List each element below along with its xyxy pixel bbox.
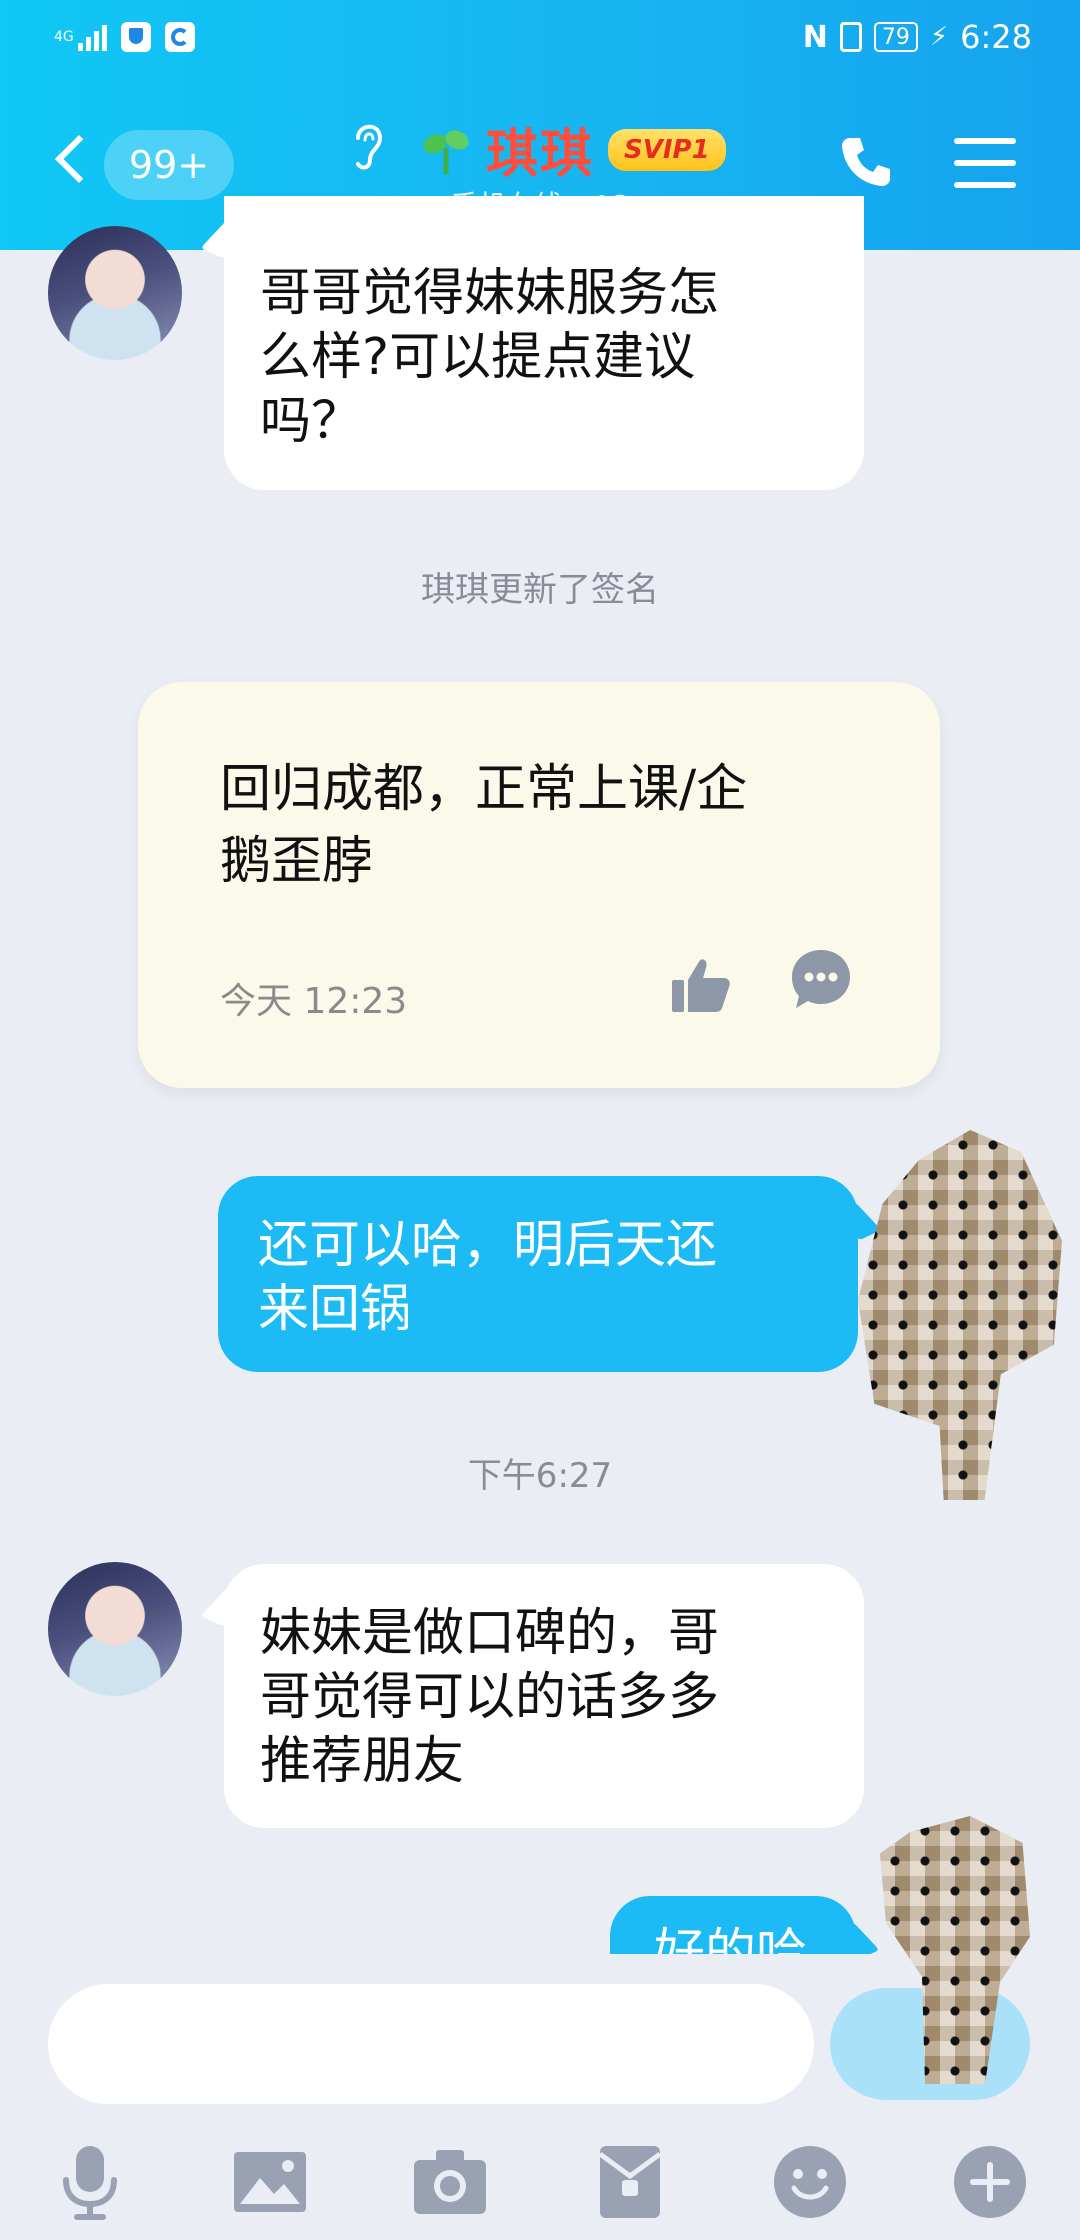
message-line: 哥哥觉得妹妹服务怎 [260,264,720,323]
message-line: 吗？ [260,392,363,451]
signature-line: 回归成都，正常上课/企 [220,760,748,819]
signature-update-card[interactable]: 回归成都，正常上课/企 鹅歪脖 今天 12:23 [138,682,940,1088]
message-input[interactable] [48,1984,814,2104]
signature-text: 回归成都，正常上课/企 鹅歪脖 [220,754,840,898]
emoji-icon[interactable] [770,2142,850,2222]
charging-icon: ⚡ [929,22,949,52]
signal-bars-icon [77,23,107,51]
outgoing-message-bubble[interactable]: 还可以哈，明后天还 来回锅 [218,1176,858,1372]
contact-avatar[interactable] [48,1562,182,1696]
message-line: 还可以哈，明后天还 [258,1216,718,1275]
input-toolbar [0,2128,1080,2240]
camera-icon[interactable] [410,2142,490,2222]
signature-time: 今天 12:23 [220,981,408,1022]
status-bar-left: 4G [54,22,195,52]
outgoing-message-bubble[interactable]: 好的哈 [610,1896,856,1954]
microphone-icon[interactable] [50,2142,130,2222]
phone-call-icon[interactable] [836,132,896,192]
menu-icon[interactable] [954,138,1016,190]
sprout-icon [423,129,469,174]
browser-app-icon [164,22,195,52]
like-icon[interactable] [668,952,734,1018]
network-type: 4G [54,29,74,45]
vip-badge: SVIP1 [608,128,726,171]
incoming-message-bubble[interactable]: 妹妹是做口碑的，哥 哥觉得可以的话多多 推荐朋友 [224,1564,864,1828]
timestamp-divider: 下午6:27 [467,1456,613,1496]
red-packet-icon[interactable] [590,2142,670,2222]
comment-icon[interactable] [788,946,854,1012]
self-avatar-censored[interactable] [858,1130,1062,1500]
vibrate-icon [839,22,862,52]
clock: 6:28 [960,18,1032,56]
contact-title[interactable]: 琪琪 SVIP1 [420,112,726,187]
contact-name: 琪琪 [486,125,595,185]
status-bar-right: N 79 ⚡ 6:28 [803,18,1032,56]
message-line: 么样?可以提点建议 [260,328,696,387]
contact-avatar[interactable] [48,226,182,360]
message-line: 好的哈 [654,1924,808,1954]
message-line: 来回锅 [258,1280,412,1339]
message-line: 妹妹是做口碑的，哥 [260,1604,720,1663]
incoming-message-bubble[interactable]: 哥哥觉得妹妹服务怎 么样?可以提点建议 吗？ [224,196,864,490]
message-line: 哥觉得可以的话多多 [260,1668,720,1727]
plus-icon[interactable] [950,2142,1030,2222]
security-app-icon [120,22,151,52]
message-line: 推荐朋友 [260,1732,465,1791]
earpiece-mode-icon[interactable] [348,118,388,174]
nfc-icon: N [802,19,828,55]
system-notice: 琪琪更新了签名 [421,570,659,610]
image-icon[interactable] [230,2142,310,2222]
signature-line: 鹅歪脖 [220,832,374,891]
battery-icon: 79 [873,22,918,52]
signal-indicator: 4G [54,23,107,51]
